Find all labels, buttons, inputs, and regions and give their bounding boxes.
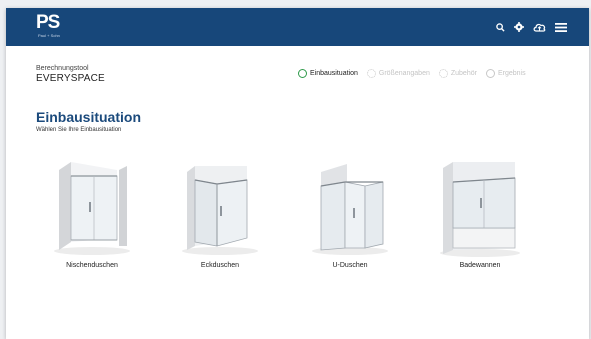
- step-groessenangaben[interactable]: Größenangaben: [366, 69, 430, 78]
- step-pending-icon: [438, 69, 448, 78]
- option-label: Badewannen: [459, 262, 501, 269]
- menu-icon[interactable]: [555, 22, 567, 32]
- step-label: Größenangaben: [378, 70, 430, 77]
- option-label: Nischenduschen: [66, 262, 118, 269]
- step-label: Zubehör: [450, 70, 477, 77]
- tool-name: EVERYSPACE: [36, 73, 105, 84]
- corner-shower-image: [182, 166, 258, 255]
- option-nischenduschen[interactable]: Nischenduschen: [37, 158, 147, 278]
- logo-subtitle: Paul + Sohn: [38, 33, 60, 38]
- step-pending-icon: [485, 69, 495, 78]
- option-eckduschen[interactable]: Eckduschen: [165, 158, 275, 278]
- option-label: Eckduschen: [200, 262, 240, 269]
- logo-mark: PS: [36, 12, 60, 33]
- step-progress: Einbausituation Größenangaben Zubehör Er…: [298, 69, 535, 78]
- niche-shower-image: [54, 162, 130, 255]
- page-card: PS Paul + Sohn Berechnungstool EVERYSPAC…: [6, 8, 589, 339]
- logo[interactable]: PS Paul + Sohn: [36, 13, 66, 41]
- cloud-upload-icon[interactable]: [533, 22, 546, 32]
- tool-label: Berechnungstool: [36, 65, 89, 72]
- installation-options: Nischenduschen Eckduschen U-Duschen Bade…: [6, 158, 589, 278]
- option-badewannen[interactable]: Badewannen: [425, 158, 535, 278]
- step-ergebnis[interactable]: Ergebnis: [485, 69, 526, 78]
- step-active-icon: [298, 69, 307, 78]
- search-icon[interactable]: [496, 22, 505, 32]
- step-einbausituation[interactable]: Einbausituation: [298, 69, 358, 78]
- step-zubehoer[interactable]: Zubehör: [438, 69, 477, 78]
- section-subtitle: Wählen Sie Ihre Einbausituation: [36, 127, 122, 133]
- header-icons: [496, 18, 567, 36]
- option-u-duschen[interactable]: U-Duschen: [295, 158, 405, 278]
- step-label: Ergebnis: [497, 70, 526, 77]
- tool-title: Berechnungstool EVERYSPACE: [36, 64, 105, 85]
- option-label: U-Duschen: [332, 262, 368, 269]
- u-shower-image: [312, 164, 388, 255]
- gear-icon[interactable]: [514, 22, 524, 32]
- section-title: Einbausituation: [36, 109, 141, 125]
- bathtub-screen-image: [440, 162, 520, 257]
- top-bar: PS Paul + Sohn: [6, 8, 589, 46]
- step-pending-icon: [366, 69, 376, 78]
- step-label: Einbausituation: [310, 70, 358, 77]
